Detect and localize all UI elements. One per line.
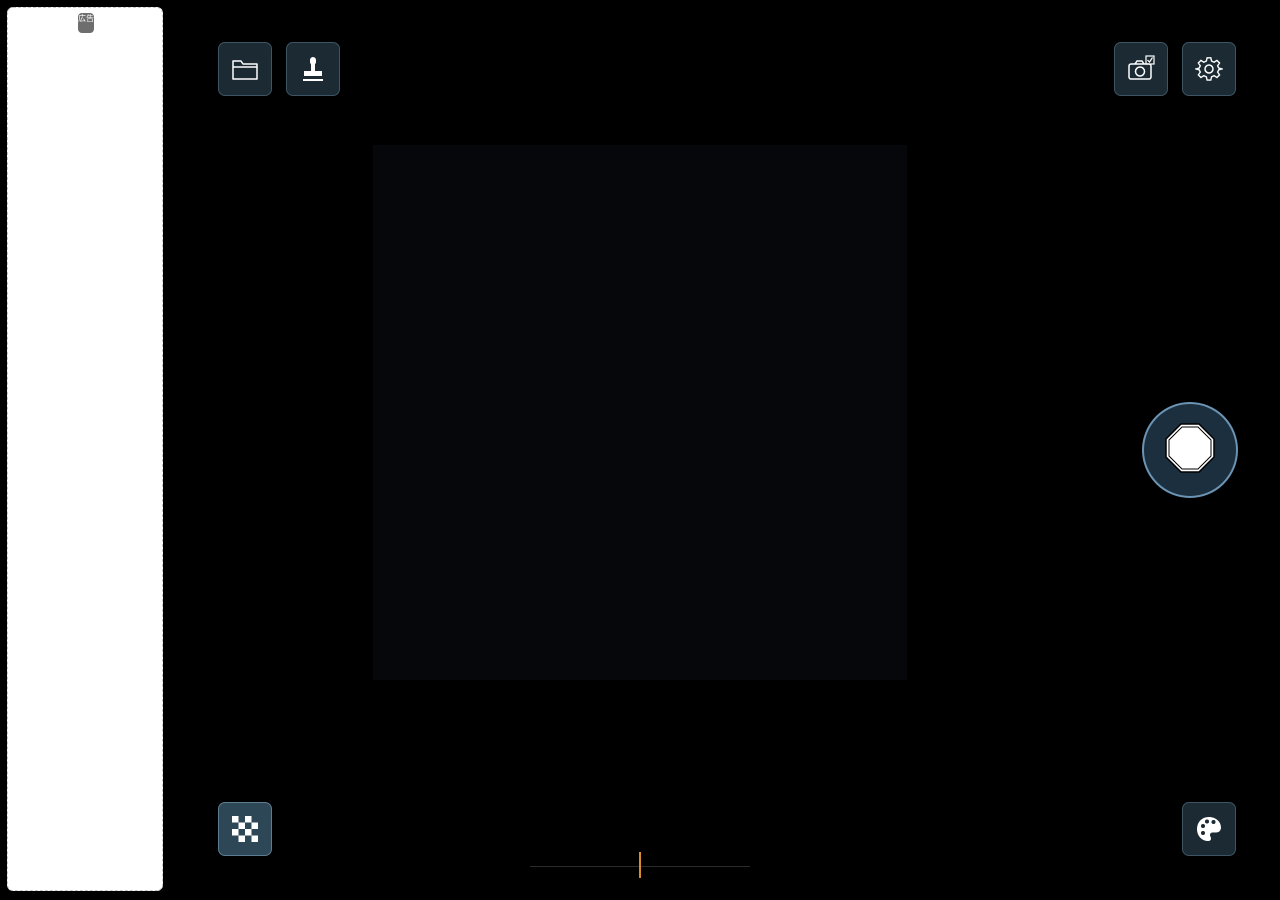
mosaic-button[interactable] (218, 802, 272, 856)
adjustment-slider[interactable] (530, 852, 750, 880)
checkerboard-icon (232, 816, 258, 842)
settings-button[interactable] (1182, 42, 1236, 96)
stamp-icon (300, 55, 326, 83)
shutter-button[interactable] (1142, 402, 1238, 498)
ad-panel[interactable]: 広告 (7, 7, 163, 891)
ad-badge: 広告 (78, 13, 94, 33)
gear-icon (1195, 55, 1223, 83)
shutter-icon (1164, 422, 1216, 478)
stamp-button[interactable] (286, 42, 340, 96)
camera-switch-icon (1126, 55, 1156, 83)
slider-thumb[interactable] (639, 852, 641, 878)
open-folder-button[interactable] (218, 42, 272, 96)
folder-icon (231, 57, 259, 81)
palette-icon (1195, 815, 1223, 843)
palette-button[interactable] (1182, 802, 1236, 856)
camera-switch-button[interactable] (1114, 42, 1168, 96)
camera-preview[interactable] (373, 145, 907, 680)
